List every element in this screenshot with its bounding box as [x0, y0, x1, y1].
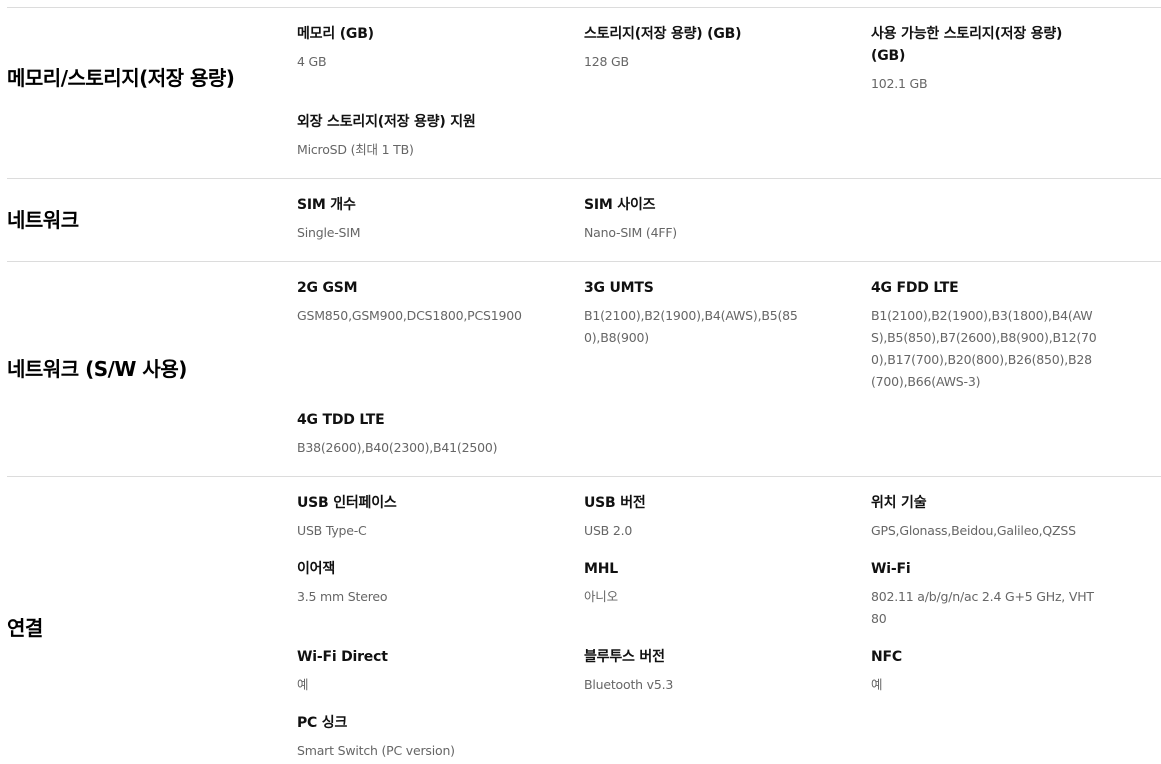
spec-label: 4G FDD LTE [871, 280, 959, 296]
spec-value: MicroSD (최대 1 TB) [297, 142, 414, 157]
spec-item-storage: 스토리지(저장 용량) (GB) 128 GB [584, 23, 819, 73]
spec-value: Nano-SIM (4FF) [584, 225, 677, 240]
spec-value: B38(2600),B40(2300),B41(2500) [297, 440, 498, 455]
spec-value: USB Type-C [297, 523, 367, 538]
spec-label: Wi-Fi Direct [297, 649, 388, 665]
spec-item-bluetooth-version: 블루투스 버전 Bluetooth v5.3 [584, 646, 819, 696]
spec-item-wifi: Wi-Fi 802.11 a/b/g/n/ac 2.4 G+5 GHz, VHT… [871, 558, 1095, 630]
spec-value: 128 GB [584, 54, 629, 69]
spec-value: 예 [297, 677, 309, 692]
spec-item-mhl: MHL 아니오 [584, 558, 819, 608]
section-title-memory-storage: 메모리/스토리지(저장 용량) [7, 66, 235, 90]
spec-label: USB 인터페이스 [297, 495, 397, 511]
spec-item-4g-tdd-lte: 4G TDD LTE B38(2600),B40(2300),B41(2500) [297, 409, 532, 459]
spec-item-earjack: 이어잭 3.5 mm Stereo [297, 558, 532, 608]
spec-label: USB 버전 [584, 495, 646, 511]
spec-item-3g-umts: 3G UMTS B1(2100),B2(1900),B4(AWS),B5(850… [584, 277, 812, 349]
spec-label: 블루투스 버전 [584, 649, 665, 665]
spec-value: 3.5 mm Stereo [297, 589, 388, 604]
spec-label: PC 싱크 [297, 715, 348, 731]
spec-item-sim-count: SIM 개수 Single-SIM [297, 194, 532, 244]
spec-label: 외장 스토리지(저장 용량) 지원 [297, 114, 476, 130]
spec-label: 2G GSM [297, 280, 358, 296]
spec-item-wifi-direct: Wi-Fi Direct 예 [297, 646, 532, 696]
spec-value: B1(2100),B2(1900),B4(AWS),B5(850),B8(900… [584, 308, 798, 345]
spec-item-usb-version: USB 버전 USB 2.0 [584, 492, 819, 542]
spec-item-available-storage: 사용 가능한 스토리지(저장 용량) (GB) 102.1 GB [871, 23, 1071, 95]
section-title-network: 네트워크 [7, 208, 79, 232]
spec-label: 사용 가능한 스토리지(저장 용량) (GB) [871, 26, 1063, 64]
spec-item-external-storage: 외장 스토리지(저장 용량) 지원 MicroSD (최대 1 TB) [297, 111, 532, 161]
spec-value: 아니오 [584, 589, 618, 604]
spec-value: 802.11 a/b/g/n/ac 2.4 G+5 GHz, VHT80 [871, 589, 1094, 626]
spec-item-pc-sync: PC 싱크 Smart Switch (PC version) [297, 712, 532, 762]
spec-label: SIM 개수 [297, 197, 356, 213]
spec-value: Smart Switch (PC version) [297, 743, 455, 758]
spec-label: SIM 사이즈 [584, 197, 656, 213]
spec-item-usb-interface: USB 인터페이스 USB Type-C [297, 492, 532, 542]
spec-value: Single-SIM [297, 225, 361, 240]
spec-value: 102.1 GB [871, 76, 928, 91]
spec-item-location-tech: 위치 기술 GPS,Glonass,Beidou,Galileo,QZSS [871, 492, 1111, 542]
section-title-connectivity: 연결 [7, 616, 43, 640]
spec-value: 예 [871, 677, 883, 692]
spec-value: Bluetooth v5.3 [584, 677, 674, 692]
spec-value: USB 2.0 [584, 523, 633, 538]
spec-label: 스토리지(저장 용량) (GB) [584, 26, 742, 42]
spec-label: MHL [584, 561, 618, 577]
spec-item-4g-fdd-lte: 4G FDD LTE B1(2100),B2(1900),B3(1800),B4… [871, 277, 1099, 393]
spec-item-sim-size: SIM 사이즈 Nano-SIM (4FF) [584, 194, 819, 244]
spec-label: 4G TDD LTE [297, 412, 385, 428]
spec-label: 이어잭 [297, 561, 336, 577]
spec-item-memory: 메모리 (GB) 4 GB [297, 23, 532, 73]
spec-value: B1(2100),B2(1900),B3(1800),B4(AWS),B5(85… [871, 308, 1097, 389]
section-title-network-sw: 네트워크 (S/W 사용) [7, 357, 187, 381]
spec-label: 3G UMTS [584, 280, 654, 296]
spec-label: 메모리 (GB) [297, 26, 374, 42]
spec-item-nfc: NFC 예 [871, 646, 1106, 696]
spec-label: Wi-Fi [871, 561, 911, 577]
spec-label: 위치 기술 [871, 495, 927, 511]
spec-value: GSM850,GSM900,DCS1800,PCS1900 [297, 308, 522, 323]
spec-item-2g-gsm: 2G GSM GSM850,GSM900,DCS1800,PCS1900 [297, 277, 532, 327]
spec-label: NFC [871, 649, 902, 665]
spec-value: GPS,Glonass,Beidou,Galileo,QZSS [871, 523, 1076, 538]
spec-value: 4 GB [297, 54, 327, 69]
